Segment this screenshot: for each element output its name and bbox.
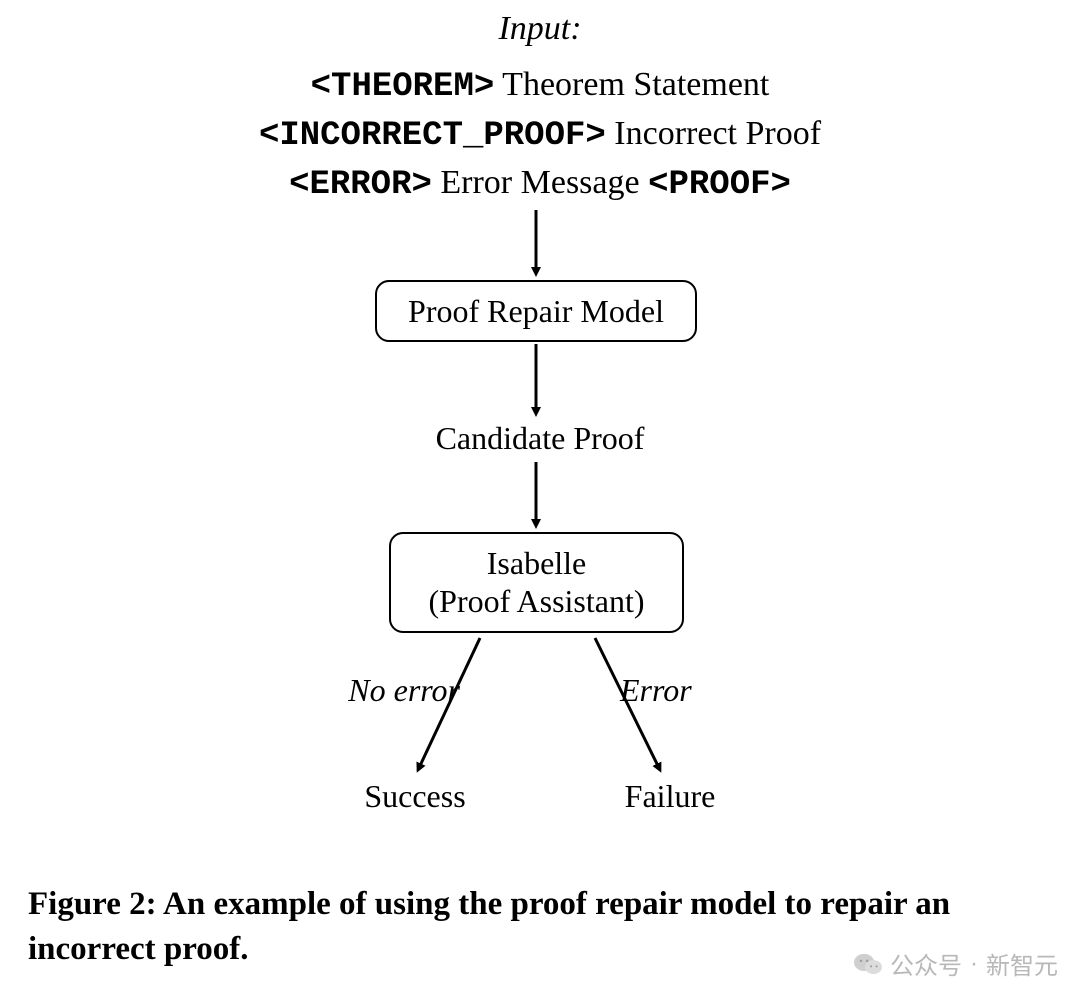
success-label: Success — [330, 778, 500, 815]
incorrect-proof-text: Incorrect Proof — [614, 115, 821, 152]
input-block: <THEOREM> Theorem Statement <INCORRECT_P… — [0, 62, 1080, 209]
wechat-icon — [854, 952, 882, 976]
isabelle-line2: (Proof Assistant) — [409, 582, 664, 620]
error-token: <ERROR> — [289, 166, 432, 204]
candidate-proof-text: Candidate Proof — [0, 420, 1080, 457]
error-text: Error Message — [440, 164, 639, 201]
proof-token: <PROOF> — [648, 166, 791, 204]
failure-label: Failure — [590, 778, 750, 815]
flow-diagram: Input: <THEOREM> Theorem Statement <INCO… — [0, 0, 1080, 860]
no-error-label: No error — [290, 672, 460, 709]
watermark-dot: · — [970, 950, 978, 978]
error-label: Error — [620, 672, 760, 709]
wechat-watermark: 公众号 · 新智元 — [854, 946, 1058, 981]
input-line-3: <ERROR> Error Message <PROOF> — [0, 160, 1080, 209]
isabelle-line1: Isabelle — [409, 544, 664, 582]
watermark-source: 新智元 — [986, 946, 1058, 981]
isabelle-box: Isabelle (Proof Assistant) — [389, 532, 684, 633]
input-title: Input: — [0, 10, 1080, 48]
input-line-2: <INCORRECT_PROOF> Incorrect Proof — [0, 111, 1080, 160]
proof-repair-model-box: Proof Repair Model — [375, 280, 697, 342]
watermark-label: 公众号 — [890, 946, 962, 981]
incorrect-proof-token: <INCORRECT_PROOF> — [259, 117, 606, 155]
proof-repair-model-label: Proof Repair Model — [408, 293, 664, 329]
theorem-token: <THEOREM> — [311, 68, 495, 106]
input-line-1: <THEOREM> Theorem Statement — [0, 62, 1080, 111]
